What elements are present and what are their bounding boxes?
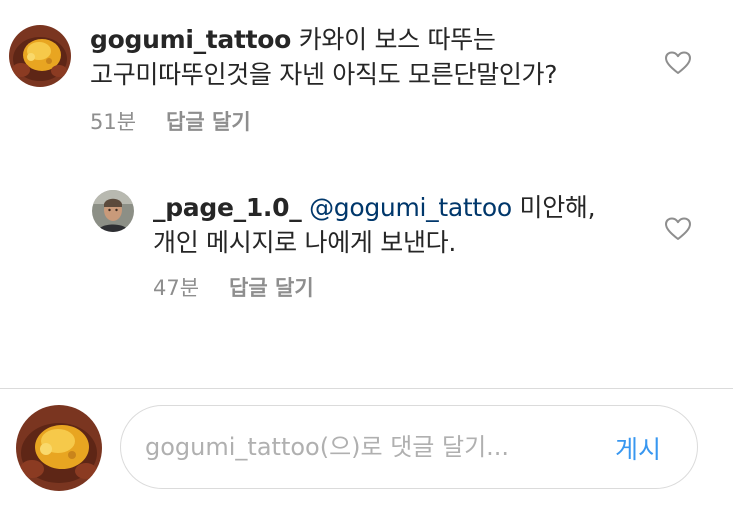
- comment-input[interactable]: [145, 428, 565, 466]
- post-button[interactable]: 게시: [615, 430, 661, 466]
- person-avatar[interactable]: [92, 190, 134, 232]
- comment-text-line2: 고구미따뚜인것을 자넨 아직도 모른단말인가?: [90, 60, 558, 89]
- mention-link[interactable]: @gogumi_tattoo: [309, 193, 512, 222]
- reply-comment-text: _page_1.0_ @gogumi_tattoo 미안해, 개인 메시지로 나…: [153, 190, 596, 260]
- divider: [0, 388, 733, 389]
- comment-meta: 51분 답글 달기: [90, 106, 251, 136]
- comment-meta: 47분 답글 달기: [153, 272, 314, 302]
- heart-outline-icon[interactable]: [665, 51, 691, 75]
- sweet-potato-avatar[interactable]: [9, 25, 71, 87]
- comment-text-line2: 개인 메시지로 나에게 보낸다.: [153, 228, 456, 257]
- comment-text: gogumi_tattoo 카와이 보스 따뚜는 고구미따뚜인것을 자넨 아직도…: [90, 22, 558, 92]
- comment-text-line1: 카와이 보스 따뚜는: [291, 25, 496, 54]
- reply-button[interactable]: 답글 달기: [229, 276, 314, 300]
- reply-button[interactable]: 답글 달기: [166, 110, 251, 134]
- heart-outline-icon[interactable]: [665, 217, 691, 241]
- comment-text-line1: 미안해,: [511, 193, 596, 222]
- comment-username[interactable]: gogumi_tattoo: [90, 25, 291, 54]
- sweet-potato-avatar: [16, 405, 102, 491]
- comment-timestamp: 51분: [90, 110, 137, 134]
- comment-composer: 게시: [120, 405, 698, 489]
- comment-username[interactable]: _page_1.0_: [153, 193, 302, 222]
- comment-timestamp: 47분: [153, 276, 200, 300]
